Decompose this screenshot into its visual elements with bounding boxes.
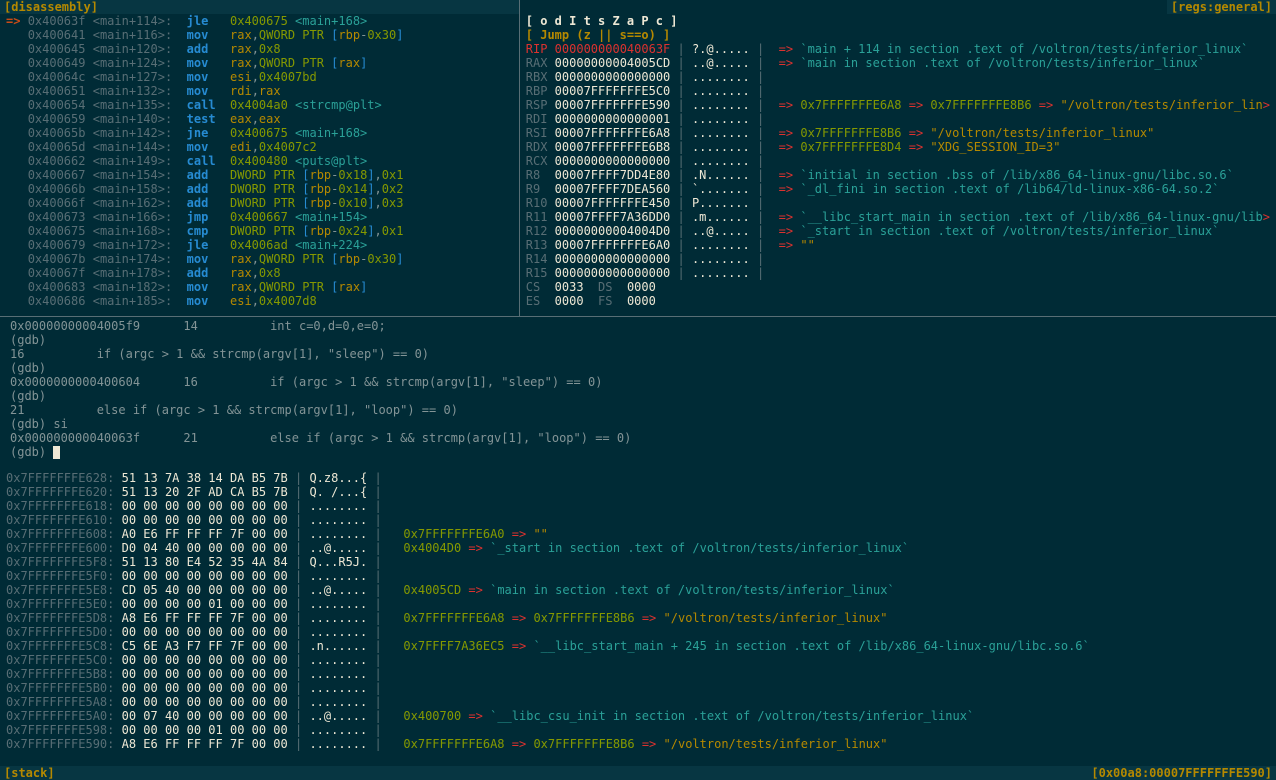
disasm-line: 0x400641 <main+116>: mov rax,QWORD PTR [… bbox=[0, 28, 519, 42]
segreg-line: CS 0033 DS 0000 bbox=[520, 280, 1276, 294]
stack-line: 0x7FFFFFFFE5F8: 51 13 80 E4 52 35 4A 84 … bbox=[0, 555, 1276, 569]
footer-bar: [stack] [0x00a8:00007FFFFFFFE590] bbox=[0, 766, 1276, 780]
cpu-flags: [ o d I t s Z a P c ] bbox=[520, 14, 1276, 28]
disasm-line: 0x40064c <main+127>: mov esi,0x4007bd bbox=[0, 70, 519, 84]
reg-line: RAX 00000000004005CD | ..@..... | => `ma… bbox=[520, 56, 1276, 70]
reg-line: RDX 00007FFFFFFFE6B8 | ........ | => 0x7… bbox=[520, 140, 1276, 154]
stack-line: 0x7FFFFFFFE608: A0 E6 FF FF FF 7F 00 00 … bbox=[0, 527, 1276, 541]
disasm-line: 0x400659 <main+140>: test eax,eax bbox=[0, 112, 519, 126]
disasm-line: 0x40067f <main+178>: add rax,0x8 bbox=[0, 266, 519, 280]
stack-line: 0x7FFFFFFFE5A0: 00 07 40 00 00 00 00 00 … bbox=[0, 709, 1276, 723]
stack-line: 0x7FFFFFFFE590: A8 E6 FF FF FF 7F 00 00 … bbox=[0, 737, 1276, 751]
disassembly-pane: [disassembly] => 0x40063f <main+114>: jl… bbox=[0, 0, 520, 316]
gdb-line[interactable]: 0x000000000040063f 21 else if (argc > 1 … bbox=[4, 431, 1272, 445]
disasm-line: 0x40067b <main+174>: mov rax,QWORD PTR [… bbox=[0, 252, 519, 266]
gdb-line[interactable]: (gdb) bbox=[4, 389, 1272, 403]
disasm-title: [disassembly] bbox=[0, 0, 519, 14]
disasm-line: 0x40065d <main+144>: mov edi,0x4007c2 bbox=[0, 140, 519, 154]
reg-line: R15 0000000000000000 | ........ | bbox=[520, 266, 1276, 280]
disasm-line: 0x400662 <main+149>: call 0x400480 <puts… bbox=[0, 154, 519, 168]
disasm-line: 0x400686 <main+185>: mov esi,0x4007d8 bbox=[0, 294, 519, 308]
reg-line: RSI 00007FFFFFFFE6A8 | ........ | => 0x7… bbox=[520, 126, 1276, 140]
stack-line: 0x7FFFFFFFE5C0: 00 00 00 00 00 00 00 00 … bbox=[0, 653, 1276, 667]
reg-line: R10 00007FFFFFFFE450 | P....... | bbox=[520, 196, 1276, 210]
gdb-line[interactable]: (gdb) bbox=[4, 333, 1272, 347]
disasm-line: 0x400651 <main+132>: mov rdi,rax bbox=[0, 84, 519, 98]
disasm-line: 0x400673 <main+166>: jmp 0x400667 <main+… bbox=[0, 210, 519, 224]
disasm-line: 0x400667 <main+154>: add DWORD PTR [rbp-… bbox=[0, 168, 519, 182]
stack-title: [stack] bbox=[4, 766, 55, 780]
cursor bbox=[53, 446, 60, 459]
reg-line: RIP 000000000040063F | ?.@..... | => `ma… bbox=[520, 42, 1276, 56]
gdb-line[interactable]: (gdb) bbox=[4, 361, 1272, 375]
stack-line: 0x7FFFFFFFE5D0: 00 00 00 00 00 00 00 00 … bbox=[0, 625, 1276, 639]
gdb-line[interactable]: 16 if (argc > 1 && strcmp(argv[1], "slee… bbox=[4, 347, 1272, 361]
reg-line: RBX 0000000000000000 | ........ | bbox=[520, 70, 1276, 84]
disasm-line: 0x40065b <main+142>: jne 0x400675 <main+… bbox=[0, 126, 519, 140]
stack-line: 0x7FFFFFFFE5A8: 00 00 00 00 00 00 00 00 … bbox=[0, 695, 1276, 709]
regs-title: [regs:general] bbox=[1167, 0, 1276, 14]
stack-line: 0x7FFFFFFFE5B0: 00 00 00 00 00 00 00 00 … bbox=[0, 681, 1276, 695]
footer-right: [0x00a8:00007FFFFFFFE590] bbox=[1091, 766, 1272, 780]
gdb-console[interactable]: 0x00000000004005f9 14 int c=0,d=0,e=0;(g… bbox=[0, 317, 1276, 471]
reg-line: R14 0000000000000000 | ........ | bbox=[520, 252, 1276, 266]
gdb-line[interactable]: 21 else if (argc > 1 && strcmp(argv[1], … bbox=[4, 403, 1272, 417]
stack-line: 0x7FFFFFFFE5E8: CD 05 40 00 00 00 00 00 … bbox=[0, 583, 1276, 597]
disasm-line: 0x400679 <main+172>: jle 0x4006ad <main+… bbox=[0, 238, 519, 252]
gdb-line[interactable]: 0x00000000004005f9 14 int c=0,d=0,e=0; bbox=[4, 319, 1272, 333]
reg-line: R9 00007FFFF7DEA560 | `....... | => `_dl… bbox=[520, 182, 1276, 196]
gdb-line[interactable]: (gdb) si bbox=[4, 417, 1272, 431]
stack-line: 0x7FFFFFFFE598: 00 00 00 00 01 00 00 00 … bbox=[0, 723, 1276, 737]
jump-hint: [ Jump (z || s==o) ] bbox=[520, 28, 1276, 42]
reg-line: RSP 00007FFFFFFFE590 | ........ | => 0x7… bbox=[520, 98, 1276, 112]
stack-line: 0x7FFFFFFFE5F0: 00 00 00 00 00 00 00 00 … bbox=[0, 569, 1276, 583]
reg-line: RBP 00007FFFFFFFE5C0 | ........ | bbox=[520, 84, 1276, 98]
registers-pane: [regs:general] [ o d I t s Z a P c ] [ J… bbox=[520, 0, 1276, 316]
reg-line: R11 00007FFFF7A36DD0 | .m...... | => `__… bbox=[520, 210, 1276, 224]
reg-line: RDI 0000000000000001 | ........ | bbox=[520, 112, 1276, 126]
disasm-line: 0x400645 <main+120>: add rax,0x8 bbox=[0, 42, 519, 56]
stack-line: 0x7FFFFFFFE600: D0 04 40 00 00 00 00 00 … bbox=[0, 541, 1276, 555]
reg-line: R8 00007FFFF7DD4E80 | .N...... | => `ini… bbox=[520, 168, 1276, 182]
reg-line: RCX 0000000000000000 | ........ | bbox=[520, 154, 1276, 168]
reg-line: R12 00000000004004D0 | ..@..... | => `_s… bbox=[520, 224, 1276, 238]
stack-line: 0x7FFFFFFFE618: 00 00 00 00 00 00 00 00 … bbox=[0, 499, 1276, 513]
stack-line: 0x7FFFFFFFE628: 51 13 7A 38 14 DA B5 7B … bbox=[0, 471, 1276, 485]
gdb-line[interactable]: 0x0000000000400604 16 if (argc > 1 && st… bbox=[4, 375, 1272, 389]
disasm-line: => 0x40063f <main+114>: jle 0x400675 <ma… bbox=[0, 14, 519, 28]
disasm-line: 0x400675 <main+168>: cmp DWORD PTR [rbp-… bbox=[0, 224, 519, 238]
disasm-line: 0x40066b <main+158>: add DWORD PTR [rbp-… bbox=[0, 182, 519, 196]
stack-pane: 0x7FFFFFFFE628: 51 13 7A 38 14 DA B5 7B … bbox=[0, 471, 1276, 771]
disasm-line: 0x400649 <main+124>: mov rax,QWORD PTR [… bbox=[0, 56, 519, 70]
stack-line: 0x7FFFFFFFE610: 00 00 00 00 00 00 00 00 … bbox=[0, 513, 1276, 527]
disasm-line: 0x400683 <main+182>: mov rax,QWORD PTR [… bbox=[0, 280, 519, 294]
stack-line: 0x7FFFFFFFE620: 51 13 20 2F AD CA B5 7B … bbox=[0, 485, 1276, 499]
disasm-line: 0x400654 <main+135>: call 0x4004a0 <strc… bbox=[0, 98, 519, 112]
stack-line: 0x7FFFFFFFE5E0: 00 00 00 00 01 00 00 00 … bbox=[0, 597, 1276, 611]
stack-line: 0x7FFFFFFFE5B8: 00 00 00 00 00 00 00 00 … bbox=[0, 667, 1276, 681]
reg-line: R13 00007FFFFFFFE6A0 | ........ | => "" bbox=[520, 238, 1276, 252]
segreg-line: ES 0000 FS 0000 bbox=[520, 294, 1276, 308]
disasm-line: 0x40066f <main+162>: add DWORD PTR [rbp-… bbox=[0, 196, 519, 210]
gdb-line[interactable]: (gdb) bbox=[4, 445, 1272, 459]
stack-line: 0x7FFFFFFFE5C8: C5 6E A3 F7 FF 7F 00 00 … bbox=[0, 639, 1276, 653]
stack-line: 0x7FFFFFFFE5D8: A8 E6 FF FF FF 7F 00 00 … bbox=[0, 611, 1276, 625]
